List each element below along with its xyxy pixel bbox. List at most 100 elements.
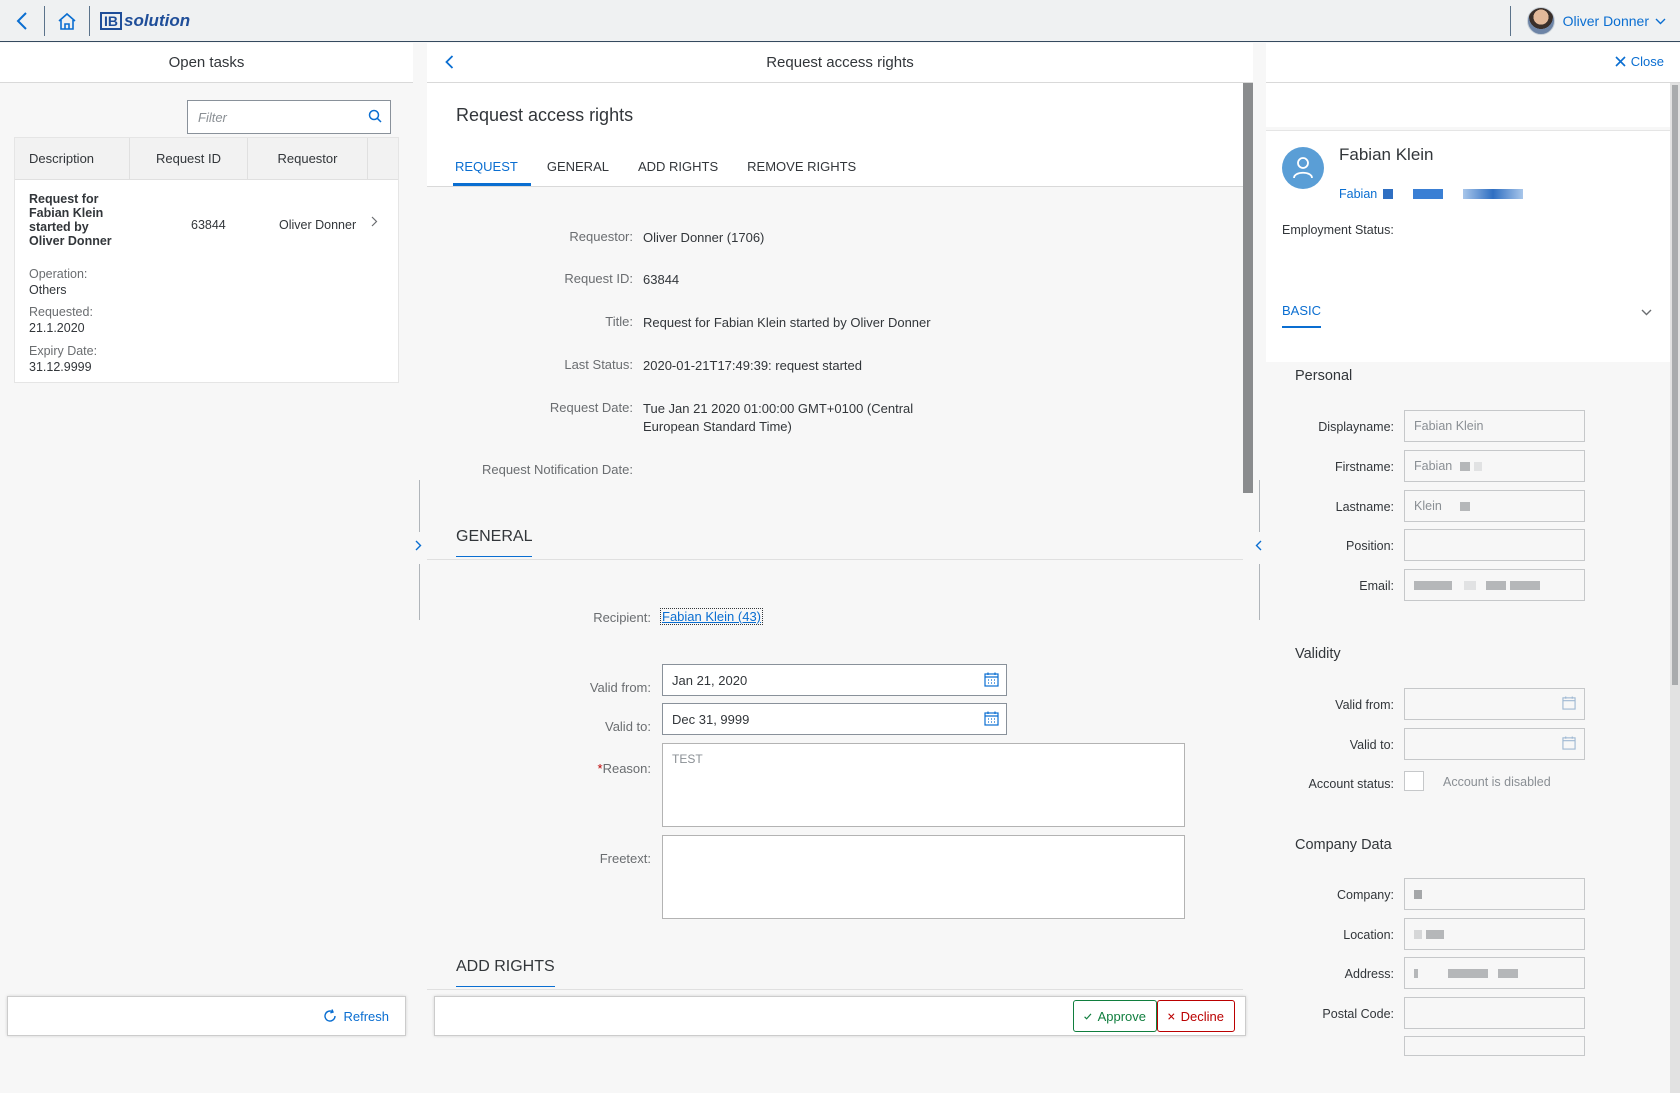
valid-from-input[interactable]: Jan 21, 2020 xyxy=(662,664,1007,696)
last-status-label: Last Status: xyxy=(427,357,643,375)
tasks-title: Open tasks xyxy=(169,54,245,71)
calendar-icon[interactable] xyxy=(984,672,999,687)
redacted-block xyxy=(1498,969,1518,978)
close-icon xyxy=(1615,56,1626,67)
divider xyxy=(1510,6,1511,36)
request-id-field: Request ID: 63844 xyxy=(427,271,679,289)
splitter-right[interactable] xyxy=(1256,480,1264,620)
detail-column: Request access rights Request access rig… xyxy=(427,43,1253,1050)
firstname-value: Fabian xyxy=(1414,459,1452,473)
tab-add-rights[interactable]: ADD RIGHTS xyxy=(636,159,731,186)
approve-button[interactable]: Approve xyxy=(1073,1000,1157,1032)
redacted-block xyxy=(1426,930,1444,939)
chevron-down-icon[interactable] xyxy=(1641,303,1652,319)
reason-textarea[interactable]: TEST xyxy=(662,743,1185,827)
approve-label: Approve xyxy=(1098,1009,1146,1024)
profile-subtitle[interactable]: Fabian xyxy=(1339,187,1523,201)
requestor-field: Requestor: Oliver Donner (1706) xyxy=(427,229,764,247)
close-button[interactable]: Close xyxy=(1615,54,1664,69)
general-heading-text: GENERAL xyxy=(456,528,532,557)
splitter-left[interactable] xyxy=(416,480,424,620)
decline-button[interactable]: Decline xyxy=(1157,1000,1235,1032)
column-header-requestor[interactable]: Requestor xyxy=(248,138,368,180)
tab-request[interactable]: REQUEST xyxy=(453,159,531,186)
back-icon[interactable] xyxy=(0,0,44,42)
scrollbar[interactable] xyxy=(1670,83,1680,1093)
search-icon[interactable] xyxy=(368,109,382,123)
redacted-block xyxy=(1413,189,1443,199)
title-label: Title: xyxy=(427,314,643,332)
account-status-text: Account is disabled xyxy=(1443,775,1551,789)
employment-status-label: Employment Status: xyxy=(1282,223,1394,237)
scrollbar-thumb[interactable] xyxy=(1672,85,1678,685)
shell-bar: IBsolution Oliver Donner xyxy=(0,0,1680,42)
requestor-label: Requestor: xyxy=(427,229,643,247)
redacted-block xyxy=(1383,189,1393,199)
refresh-button[interactable]: Refresh xyxy=(323,1009,389,1024)
chevron-right-icon[interactable] xyxy=(415,538,422,554)
tab-bar: REQUEST GENERAL ADD RIGHTS REMOVE RIGHTS xyxy=(453,159,883,186)
reason-value: TEST xyxy=(672,752,703,766)
avatar xyxy=(1527,7,1555,35)
title-value: Request for Fabian Klein started by Oliv… xyxy=(643,314,931,332)
profile-toolbar xyxy=(1266,83,1670,127)
home-icon[interactable] xyxy=(45,0,89,42)
address-label: Address: xyxy=(1266,967,1394,981)
action-footer: Approve Decline xyxy=(434,996,1246,1036)
column-header-description[interactable]: Description xyxy=(15,138,130,180)
redacted-block xyxy=(1486,581,1506,590)
request-date-value: Tue Jan 21 2020 01:00:00 GMT+0100 (Centr… xyxy=(643,400,913,436)
detail-header-title: Request access rights xyxy=(766,54,914,71)
redacted-block xyxy=(1414,930,1422,939)
detail-header: Request access rights xyxy=(427,43,1253,83)
filter-input[interactable]: Filter xyxy=(187,100,391,134)
redacted-block xyxy=(1463,189,1523,199)
user-name: Oliver Donner xyxy=(1563,13,1649,29)
task-operation: Operation: Others xyxy=(29,267,87,297)
page-title: Request access rights xyxy=(456,105,633,126)
calendar-icon xyxy=(1562,696,1576,710)
freetext-textarea[interactable] xyxy=(662,835,1185,919)
company-logo[interactable]: IBsolution xyxy=(100,11,190,31)
scrollbar[interactable] xyxy=(1243,83,1253,493)
requestor-link[interactable]: Oliver Donner (1706) xyxy=(643,229,764,247)
close-label: Close xyxy=(1631,54,1664,69)
reason-label: *Reason: xyxy=(531,761,651,776)
request-date-label: Request Date: xyxy=(427,400,643,436)
recipient-label: Recipient: xyxy=(531,610,651,625)
notification-date-field: Request Notification Date: xyxy=(427,462,643,477)
divider xyxy=(1259,480,1260,532)
divider xyxy=(427,559,1243,560)
tasks-footer: Refresh xyxy=(7,996,406,1036)
tasks-header: Open tasks xyxy=(0,43,413,83)
calendar-icon xyxy=(1562,736,1576,750)
tab-general[interactable]: GENERAL xyxy=(545,159,622,186)
check-icon xyxy=(1084,1011,1092,1022)
calendar-icon[interactable] xyxy=(984,711,999,726)
divider xyxy=(89,6,90,36)
next-field-input xyxy=(1404,1036,1585,1056)
redacted-block xyxy=(1460,462,1470,471)
redacted-block xyxy=(1414,969,1418,978)
tab-remove-rights[interactable]: REMOVE RIGHTS xyxy=(745,159,869,186)
chevron-right-icon[interactable] xyxy=(371,216,378,230)
user-menu[interactable]: Oliver Donner xyxy=(1510,0,1666,42)
task-requestor: Oliver Donner xyxy=(279,218,356,232)
column-header-request-id[interactable]: Request ID xyxy=(130,138,248,180)
firstname-input: Fabian xyxy=(1404,450,1585,482)
tab-basic[interactable]: BASIC xyxy=(1282,303,1321,328)
valid-to-input[interactable]: Dec 31, 9999 xyxy=(662,703,1007,735)
recipient-link[interactable]: Fabian Klein (43) xyxy=(661,609,762,624)
lastname-value: Klein xyxy=(1414,499,1442,513)
tasks-table: Description Request ID Requestor Request… xyxy=(14,137,399,383)
profile-subtitle-text: Fabian xyxy=(1339,187,1377,201)
lastname-input: Klein xyxy=(1404,490,1585,522)
profile-valid-to-label: Valid to: xyxy=(1266,738,1394,752)
profile-name: Fabian Klein xyxy=(1339,145,1434,165)
table-row[interactable]: Request for Fabian Klein started by Oliv… xyxy=(15,180,398,382)
title-field: Title: Request for Fabian Klein started … xyxy=(427,314,931,332)
chevron-left-icon[interactable] xyxy=(1255,538,1262,554)
divider xyxy=(1259,564,1260,620)
logo-mark: IB xyxy=(100,12,122,30)
nav-back-icon[interactable] xyxy=(445,53,454,74)
